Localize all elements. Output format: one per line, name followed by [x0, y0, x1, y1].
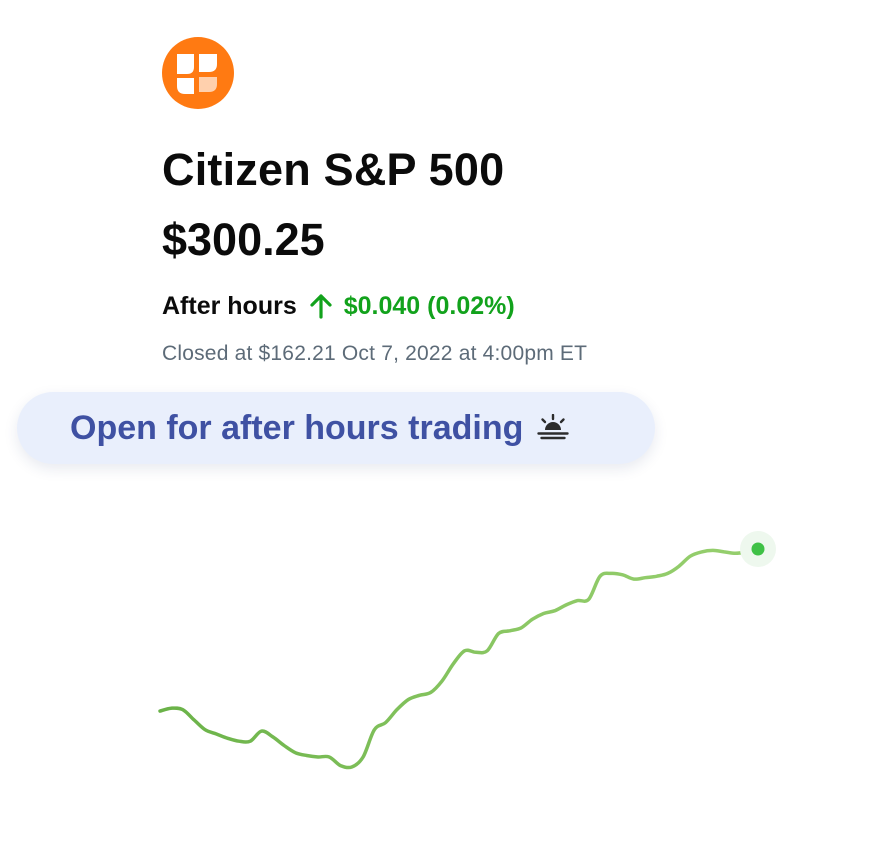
current-point	[751, 542, 765, 556]
price-chart	[158, 531, 776, 770]
price-line	[158, 547, 760, 770]
